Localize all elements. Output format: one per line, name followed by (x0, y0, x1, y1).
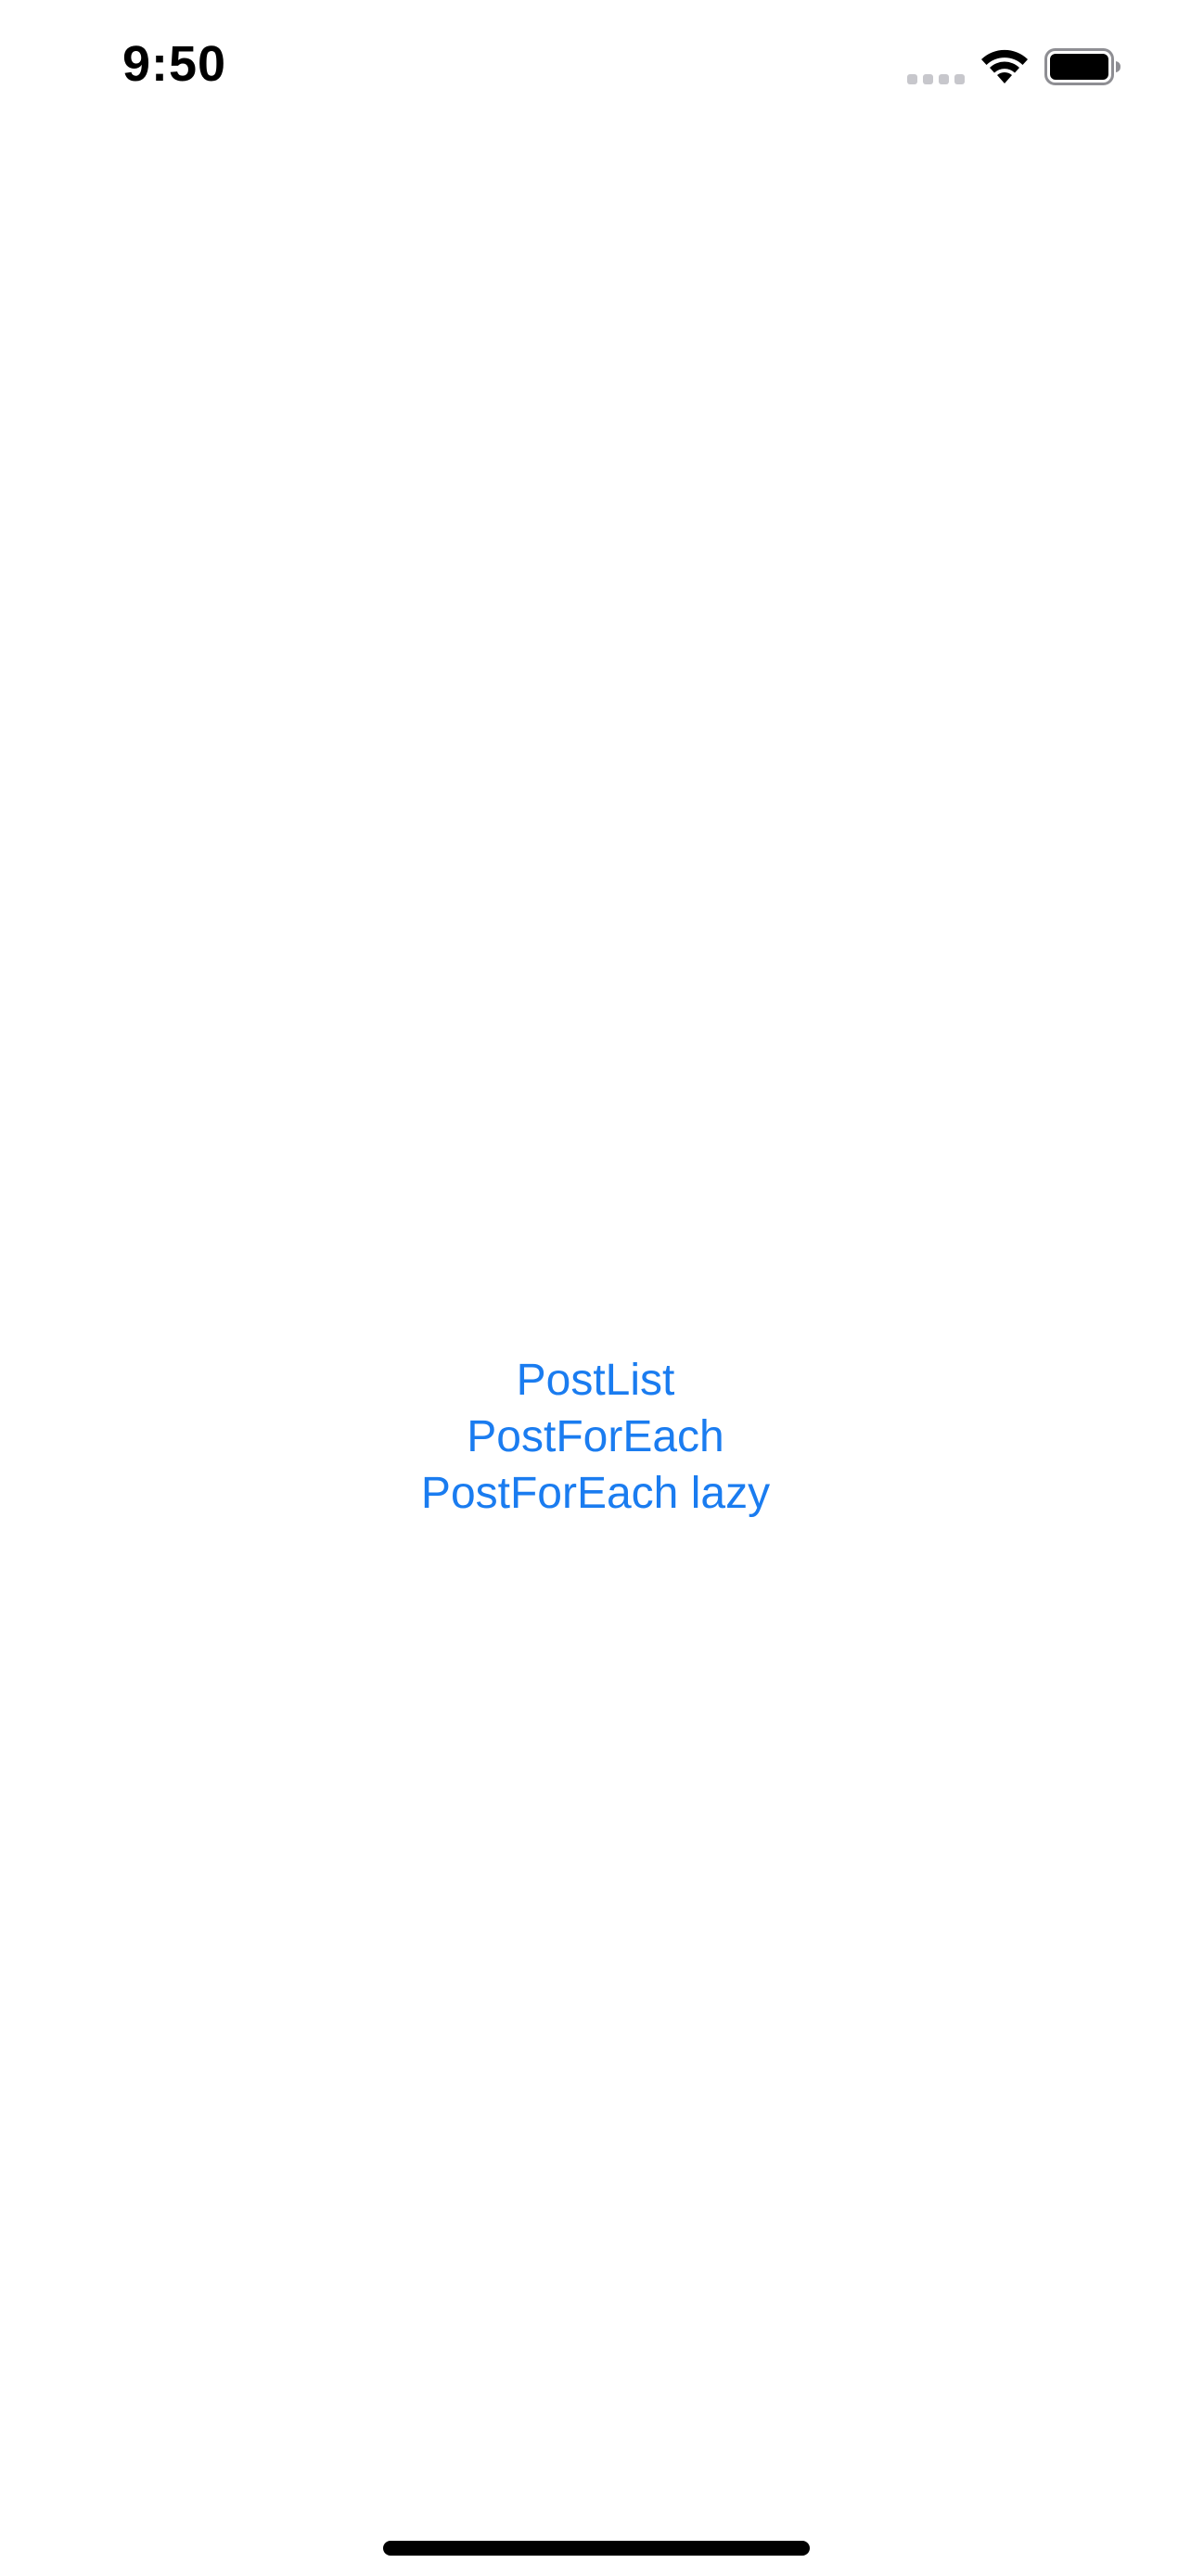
navigation-link-list: PostList PostForEach PostForEach lazy (0, 1352, 1191, 1522)
cellular-signal-icon (907, 74, 965, 85)
postforeach-link[interactable]: PostForEach (467, 1409, 724, 1465)
battery-icon (1044, 48, 1121, 85)
home-indicator[interactable] (383, 2541, 810, 2556)
app-screen: 9:50 PostList PostForEach PostForEach la… (0, 0, 1191, 2576)
status-bar: 9:50 (0, 0, 1191, 139)
status-time: 9:50 (122, 36, 227, 92)
postlist-link[interactable]: PostList (517, 1352, 675, 1409)
wifi-icon (981, 49, 1028, 83)
postforeach-lazy-link[interactable]: PostForEach lazy (421, 1465, 770, 1522)
